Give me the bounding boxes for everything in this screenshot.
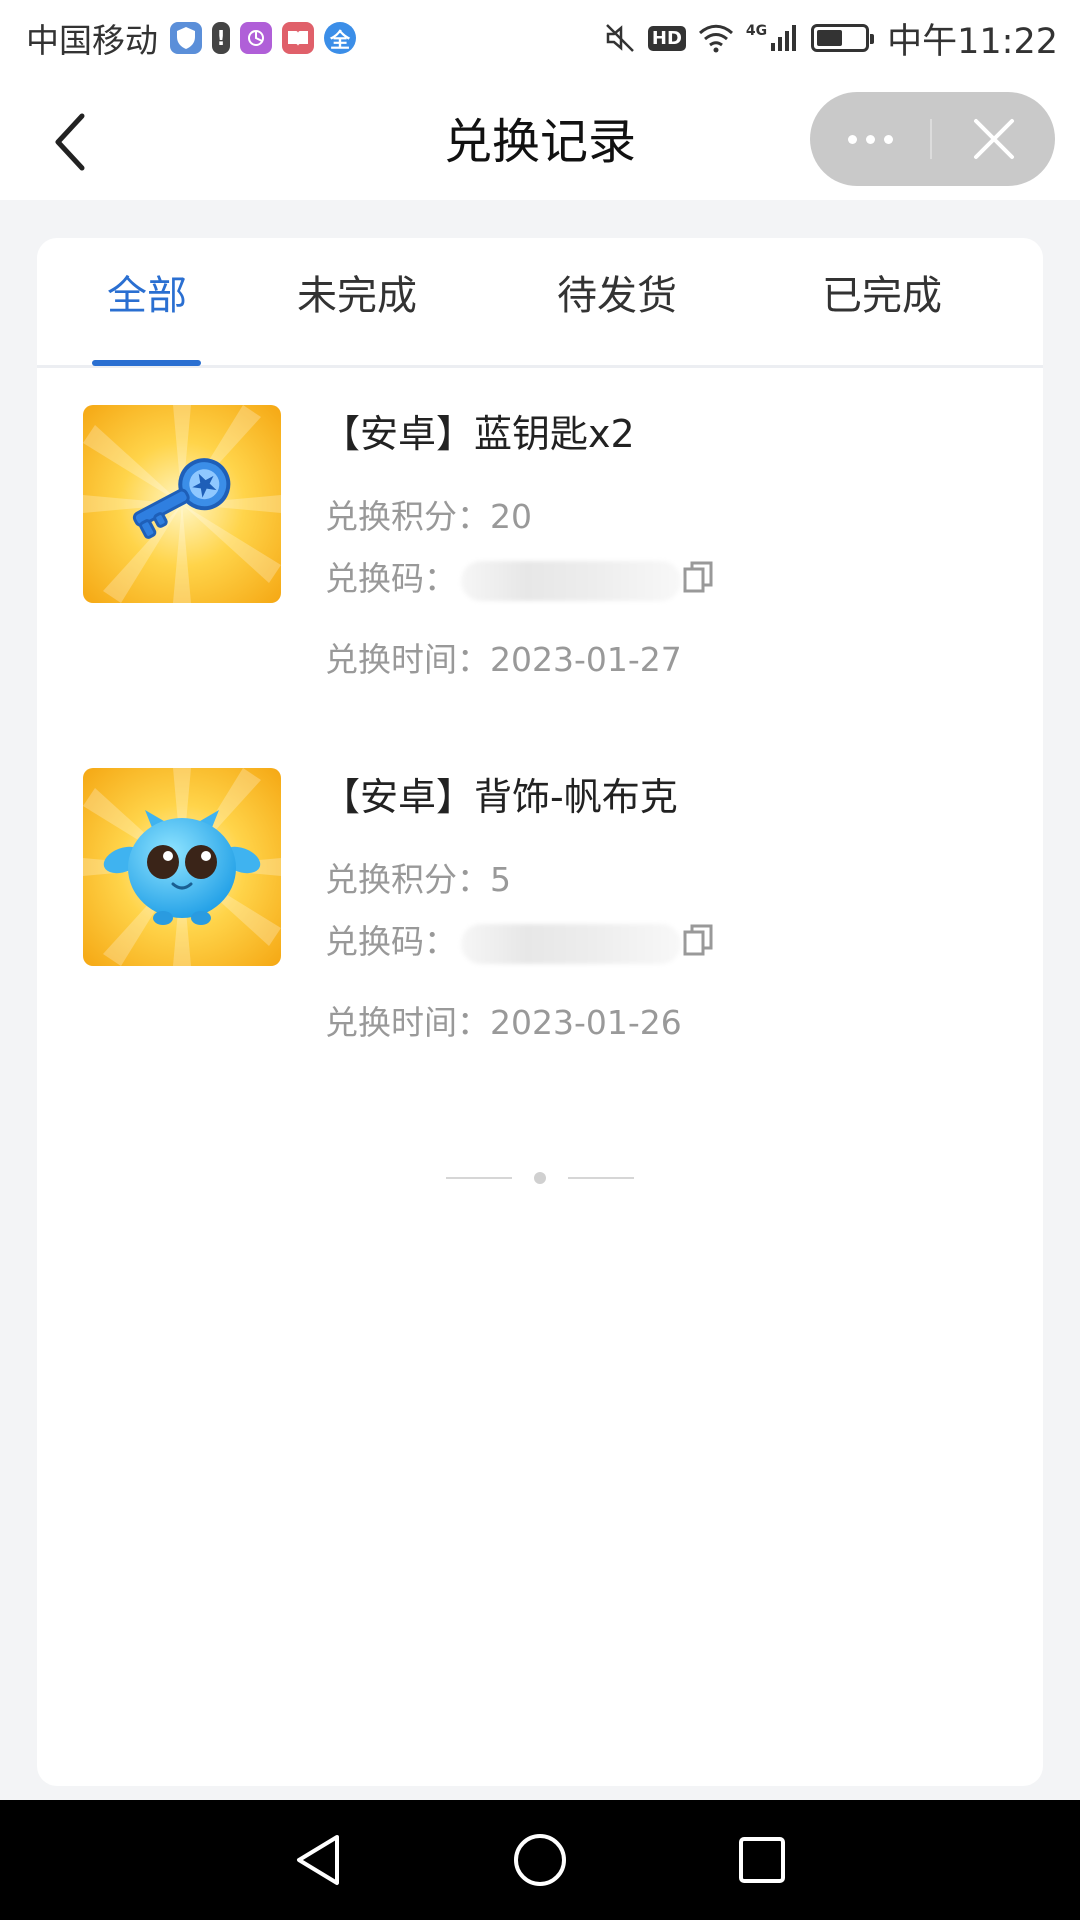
notification-icons: ! 全 (170, 22, 356, 54)
book-icon (282, 22, 314, 54)
close-button[interactable] (932, 92, 1055, 186)
alert-icon: ! (212, 22, 230, 54)
system-back-button[interactable] (282, 1824, 354, 1896)
clock: 中午11:22 (887, 21, 1058, 62)
system-recents-button[interactable] (726, 1824, 798, 1896)
status-right: HD 4G 中午11:22 (604, 13, 1058, 64)
copy-icon[interactable] (683, 924, 713, 964)
signal-icon: 4G (746, 23, 799, 53)
more-dots-icon (847, 134, 857, 144)
carrier-name: 中国移动 (26, 21, 158, 60)
app-icon (240, 22, 272, 54)
more-button[interactable] (810, 92, 930, 186)
record-title: 【安卓】蓝钥匙x2 (322, 412, 635, 456)
record-code: 兑换码： (325, 915, 713, 964)
record-item[interactable]: 【安卓】背饰-帆布克 兑换积分：5 兑换码： 兑换时间：2023-01-26 (37, 601, 1043, 1042)
redeem-code-redacted (461, 923, 681, 964)
hd-badge: HD (647, 25, 686, 51)
app-quan-icon: 全 (324, 22, 356, 54)
square-recents-icon (739, 1837, 785, 1883)
system-home-button[interactable] (504, 1824, 576, 1896)
battery-icon (811, 24, 875, 52)
triangle-back-icon (297, 1835, 339, 1885)
mute-icon (604, 22, 636, 54)
shield-icon (170, 22, 202, 54)
blue-creature-icon (83, 768, 281, 966)
battery-level (817, 30, 843, 46)
blue-key-icon (83, 405, 281, 603)
network-type: 4G (745, 23, 768, 39)
close-icon (973, 119, 1014, 159)
records-card: 全部 未完成 待发货 已完成 【安卓】蓝钥匙x2 兑换积分：20 兑换码： 兑换… (37, 238, 1043, 1786)
end-of-list-divider (37, 1168, 1043, 1188)
record-time: 兑换时间：2023-01-26 (325, 1003, 682, 1042)
circle-home-icon (514, 1834, 566, 1886)
mini-program-capsule (810, 92, 1055, 186)
copy-icon[interactable] (683, 561, 713, 601)
record-item[interactable]: 【安卓】蓝钥匙x2 兑换积分：20 兑换码： 兑换时间：2023-01-27 (37, 238, 1043, 679)
system-navigation-bar (0, 1800, 1080, 1920)
nav-bar: 兑换记录 (0, 76, 1080, 200)
redeem-code-redacted (461, 560, 681, 601)
record-code: 兑换码： (325, 552, 713, 601)
wifi-icon (698, 23, 734, 53)
status-bar: 中国移动 ! 全 HD 4G 中午11:22 (0, 0, 1080, 76)
record-points: 兑换积分：20 (325, 497, 532, 536)
record-points: 兑换积分：5 (325, 860, 511, 899)
record-title: 【安卓】背饰-帆布克 (322, 775, 678, 819)
